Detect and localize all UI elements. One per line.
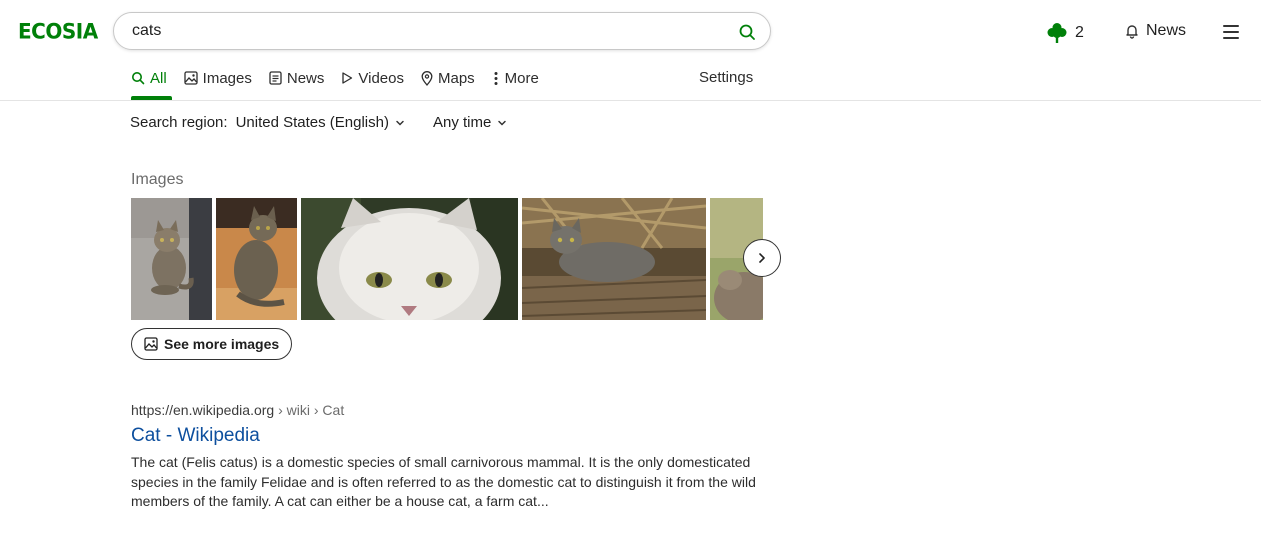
tab-all[interactable]: All [131, 68, 167, 88]
tab-label: Maps [437, 69, 475, 87]
search-icon[interactable] [738, 23, 756, 41]
tree-icon [1047, 23, 1067, 43]
region-dropdown[interactable]: United States (English) [236, 114, 405, 131]
news-notifications-label: News [1146, 22, 1187, 39]
result-url[interactable]: https://en.wikipedia.org › wiki › Cat [131, 402, 344, 418]
tab-label: Images [202, 69, 252, 87]
tree-count: 2 [1075, 24, 1084, 41]
result-snippet: The cat (Felis catus) is a domestic spec… [131, 454, 756, 509]
see-more-images-label: See more images [164, 336, 280, 352]
tab-label: All [150, 69, 167, 87]
chevron-right-icon [759, 253, 765, 263]
search-input[interactable] [130, 21, 724, 41]
cat-image-thumbnail[interactable] [131, 198, 212, 320]
region-label: Search region: [130, 114, 228, 131]
carousel-next-button[interactable] [743, 239, 781, 277]
header-divider [0, 100, 1261, 101]
hamburger-menu-icon[interactable] [1223, 25, 1239, 39]
tab-images[interactable]: Images [184, 68, 252, 88]
search-box[interactable] [113, 12, 771, 50]
play-icon [342, 72, 353, 84]
tab-label: News [286, 69, 325, 87]
chevron-down-icon [396, 120, 404, 126]
search-tabs: All Images News Videos Maps More [131, 68, 556, 88]
cat-image-thumbnail[interactable] [522, 198, 706, 320]
cat-image-thumbnail[interactable] [301, 198, 518, 320]
tab-more[interactable]: More [492, 68, 539, 88]
tree-counter[interactable]: 2 [1047, 22, 1084, 44]
tab-news[interactable]: News [269, 68, 325, 88]
region-value: United States (English) [235, 114, 389, 131]
image-icon [184, 71, 198, 85]
news-notifications-button[interactable]: News [1124, 22, 1186, 40]
tab-label: Videos [358, 69, 404, 87]
result-title-link[interactable]: Cat - Wikipedia [131, 425, 260, 447]
cat-image-thumbnail[interactable] [216, 198, 297, 320]
tab-label: More [504, 69, 539, 87]
image-icon [144, 337, 158, 351]
map-pin-icon [421, 70, 433, 86]
tab-videos[interactable]: Videos [341, 68, 404, 88]
result-domain: https://en.wikipedia.org [131, 402, 275, 418]
news-icon [269, 71, 282, 85]
see-more-images-button[interactable]: See more images [131, 328, 293, 360]
time-dropdown[interactable]: Any time [433, 114, 507, 131]
chevron-down-icon [498, 120, 507, 126]
time-value: Any time [432, 114, 492, 131]
images-heading: Images [131, 171, 184, 188]
search-filters: Search region: United States (English) A… [130, 114, 507, 131]
search-icon [132, 72, 145, 85]
settings-link[interactable]: Settings [699, 69, 753, 86]
tab-maps[interactable]: Maps [421, 68, 475, 88]
image-carousel [131, 198, 763, 320]
result-breadcrumbs: › wiki › Cat [278, 402, 345, 418]
bell-icon [1126, 25, 1138, 39]
ecosia-logo[interactable]: ECOSIA [18, 18, 98, 43]
more-vertical-icon [494, 71, 498, 85]
